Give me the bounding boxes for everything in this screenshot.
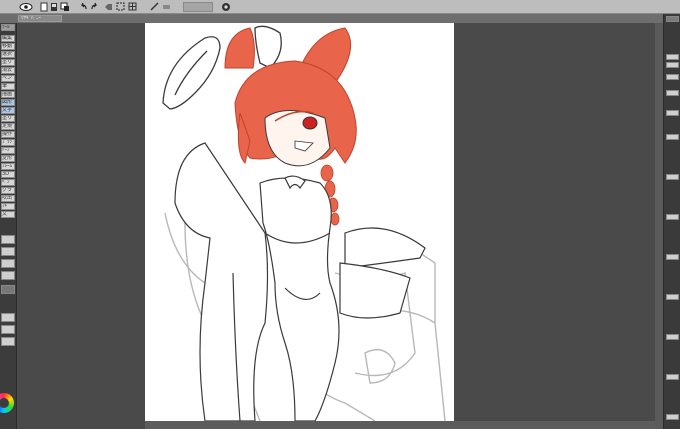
dock-item[interactable] — [666, 54, 679, 60]
dock-item[interactable] — [666, 374, 679, 380]
dock-item[interactable] — [666, 334, 679, 340]
tool-item[interactable]: 塗り — [1, 115, 15, 122]
tool-item-selected[interactable]: 図形 — [1, 99, 15, 106]
color-wheel[interactable] — [0, 393, 14, 413]
dock-item[interactable] — [666, 414, 679, 420]
subtool-slot[interactable] — [1, 259, 15, 268]
tool-item[interactable]: 定規 — [1, 123, 15, 130]
dock-item[interactable] — [666, 294, 679, 300]
subtool-slot[interactable] — [1, 247, 15, 256]
tool-panel-title: ﾂｰﾙ — [1, 24, 15, 31]
tool-item[interactable]: 筆 — [1, 83, 15, 90]
tool-item[interactable]: グラ — [1, 187, 15, 194]
main-toolbar — [0, 0, 680, 14]
tool-item[interactable]: 編集 — [1, 35, 15, 42]
tool-item[interactable]: 文 — [1, 211, 15, 218]
dock-item[interactable] — [666, 16, 679, 22]
drawing-canvas[interactable] — [145, 23, 454, 421]
tool-item-selected[interactable]: 文字 — [1, 107, 15, 114]
redo-icon[interactable] — [90, 2, 98, 12]
color-swatch-icon[interactable] — [60, 2, 70, 12]
tool-item[interactable]: ﾄｰﾝ — [1, 147, 15, 154]
status-bar — [145, 421, 655, 429]
tool-item[interactable]: ペン — [1, 75, 15, 82]
document-tab-strip: ｳｻｷﾞﾊﾞﾆｰ — [0, 14, 680, 23]
tool-item[interactable]: 移動 — [1, 43, 15, 50]
tool-panel: ﾂｰﾙ 編集 移動 選択 塗り 消去 ペン 筆 描画 図形 文字 塗り 定規 操… — [0, 23, 17, 429]
save-icon[interactable] — [50, 2, 58, 12]
tool-item[interactable]: ﾍﾟﾝ — [1, 179, 15, 186]
dock-item[interactable] — [666, 74, 679, 80]
subtool-slot[interactable] — [1, 235, 15, 244]
tool-item[interactable]: 操作 — [1, 131, 15, 138]
dock-item[interactable] — [666, 214, 679, 220]
snap-icon[interactable] — [150, 2, 159, 12]
subtool-slot[interactable] — [1, 337, 15, 346]
tool-item[interactable]: 変形 — [1, 155, 15, 162]
tool-item[interactable]: 描画 — [1, 91, 15, 98]
artwork-illustration — [162, 25, 446, 421]
dock-item[interactable] — [666, 90, 679, 96]
eye-icon[interactable] — [18, 2, 34, 12]
dock-item[interactable] — [666, 254, 679, 260]
subtool-slot[interactable] — [1, 325, 15, 334]
undo-icon[interactable] — [80, 2, 88, 12]
vertical-scrollbar[interactable] — [655, 23, 663, 429]
tool-item[interactable]: 消去 — [1, 67, 15, 74]
brush-size-slider[interactable] — [1, 285, 15, 294]
tool-item[interactable]: 塗り — [1, 59, 15, 66]
clear-icon[interactable] — [104, 2, 113, 12]
ruler-icon[interactable] — [162, 2, 171, 12]
grid-icon[interactable] — [128, 2, 137, 12]
subtool-slot[interactable] — [1, 313, 15, 322]
tool-item[interactable]: 選択 — [1, 51, 15, 58]
tool-item[interactable]: ﾌｷ — [1, 203, 15, 210]
brush-size-field[interactable] — [183, 2, 213, 12]
dock-item[interactable] — [666, 134, 679, 140]
tool-item[interactable]: ﾌﾚｰﾑ — [1, 163, 15, 170]
new-file-icon[interactable] — [40, 2, 48, 12]
dock-item[interactable] — [666, 174, 679, 180]
figure-body — [174, 142, 426, 421]
tool-item[interactable]: ﾌﾞﾗｼ — [1, 139, 15, 146]
subtool-slot[interactable] — [1, 271, 15, 280]
dock-item[interactable] — [666, 110, 679, 116]
transform-icon[interactable] — [116, 2, 125, 12]
tool-item[interactable]: 吹出 — [1, 195, 15, 202]
document-tab[interactable]: ｳｻｷﾞﾊﾞﾆｰ — [18, 15, 62, 22]
dock-item[interactable] — [666, 62, 679, 68]
tool-item[interactable]: 3D — [1, 171, 15, 178]
settings-icon[interactable] — [220, 2, 232, 12]
right-dock-panel — [663, 14, 680, 429]
